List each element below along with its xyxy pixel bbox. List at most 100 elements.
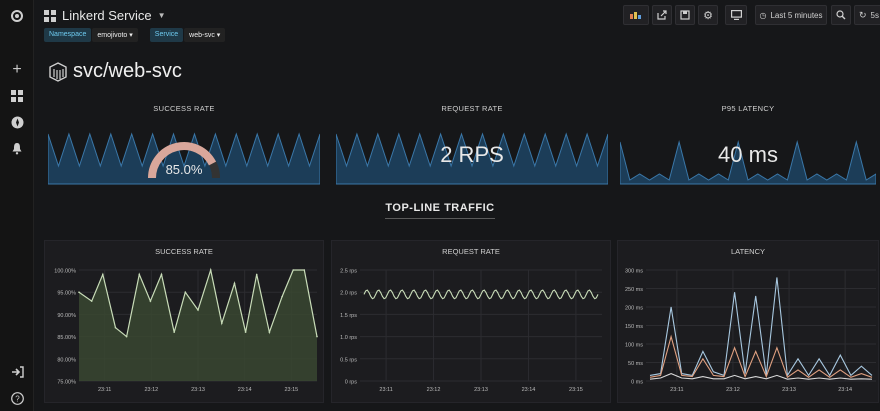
- graph-request-rate: REQUEST RATE 0 rps 0.5 rps 1.0 rps 1.5 rps 2…: [331, 240, 611, 403]
- bell-icon[interactable]: [9, 140, 25, 156]
- data-point: [160, 273, 163, 276]
- x-tick-label: 23:14: [238, 387, 252, 393]
- row-title[interactable]: TOP-LINE TRAFFIC: [0, 202, 880, 219]
- add-panel-button[interactable]: [623, 5, 649, 25]
- data-point: [149, 300, 152, 302]
- variable-namespace: Namespace emojivoto ▾: [44, 28, 138, 42]
- data-point: [90, 300, 93, 302]
- data-point: [268, 331, 271, 333]
- graph-latency: LATENCY 0 ms 50 ms 100 ms 150 ms 200 ms 250 m…: [617, 240, 879, 403]
- data-point: [281, 295, 283, 298]
- x-tick-label: 23:15: [284, 387, 298, 393]
- singlestat-p95-latency: P95 LATENCY 40 ms: [620, 100, 876, 186]
- plus-icon[interactable]: +: [9, 61, 25, 78]
- y-tick-label: 1.5 rps: [340, 313, 357, 319]
- x-tick-label: 23:14: [838, 387, 852, 393]
- data-point: [78, 291, 80, 293]
- data-point: [138, 273, 141, 276]
- service-title: svc/web-svc: [48, 60, 182, 83]
- data-point: [114, 326, 117, 329]
- caret-down-icon: ▼: [157, 11, 166, 20]
- dashboards-icon[interactable]: [9, 88, 25, 104]
- share-button[interactable]: [652, 5, 672, 25]
- p95-latency-value: 40 ms: [718, 142, 778, 167]
- data-point: [125, 335, 128, 338]
- dashboard-title-text: Linkerd Service: [62, 8, 152, 23]
- data-point: [292, 269, 294, 271]
- variable-label: Service: [149, 28, 184, 42]
- variable-service: Service web-svc ▾: [149, 28, 226, 42]
- y-tick-label: 0 rps: [345, 380, 357, 386]
- y-tick-label: 250 ms: [625, 287, 643, 293]
- namespace-select[interactable]: emojivoto ▾: [92, 28, 138, 42]
- x-tick-label: 23:14: [522, 387, 536, 393]
- y-tick-label: 80.00%: [57, 357, 76, 363]
- y-tick-label: 50 ms: [628, 361, 643, 367]
- data-point: [184, 291, 187, 293]
- y-tick-label: 75.00%: [57, 380, 76, 386]
- x-tick-label: 23:11: [670, 387, 683, 393]
- y-tick-label: 150 ms: [625, 324, 643, 330]
- data-point: [221, 322, 223, 325]
- y-tick-label: 2.5 rps: [340, 269, 357, 275]
- singlestat-request-rate: REQUEST RATE 2 RPS: [336, 100, 608, 186]
- clock-icon: ◷: [759, 10, 767, 20]
- y-tick-label: 200 ms: [625, 306, 643, 312]
- y-tick-label: 100.00%: [54, 269, 76, 275]
- x-tick-label: 23:13: [782, 387, 796, 393]
- x-tick-label: 23:12: [427, 387, 441, 393]
- series-line: [649, 334, 873, 379]
- help-icon[interactable]: ?: [9, 390, 25, 406]
- y-tick-label: 0.5 rps: [340, 357, 357, 363]
- time-range-label: Last 5 minutes: [770, 10, 823, 20]
- tv-mode-button[interactable]: [725, 5, 747, 25]
- request-rate-chart: 0 rps 0.5 rps 1.0 rps 1.5 rps 2.0 rps 2.5 rps…: [340, 269, 602, 393]
- template-variables: Namespace emojivoto ▾ Service web-svc ▾: [44, 28, 231, 42]
- latency-chart: 0 ms 50 ms 100 ms 150 ms 200 ms 250 ms 300 ms 2…: [625, 269, 876, 393]
- x-tick-label: 23:11: [98, 387, 111, 393]
- data-point: [197, 309, 199, 311]
- top-bar: Linkerd Service ▼ ⚙ ◷ Last 5 minutes ↻ 5…: [34, 0, 880, 30]
- x-tick-label: 23:12: [726, 387, 740, 393]
- y-tick-label: 95.00%: [57, 291, 76, 297]
- data-point: [316, 335, 318, 338]
- y-tick-label: 100 ms: [625, 343, 643, 349]
- x-tick-label: 23:11: [379, 387, 392, 393]
- x-tick-label: 23:13: [191, 387, 205, 393]
- refresh-icon: ↻: [859, 9, 867, 20]
- x-tick-label: 23:12: [144, 387, 158, 393]
- explore-compass-icon[interactable]: [9, 114, 25, 130]
- refresh-interval: 5s: [870, 10, 879, 20]
- y-tick-label: 2.0 rps: [340, 291, 357, 297]
- grafana-logo-icon[interactable]: [9, 8, 25, 24]
- save-button[interactable]: [675, 5, 695, 25]
- y-tick-label: 85.00%: [57, 335, 76, 341]
- y-tick-label: 300 ms: [625, 269, 643, 275]
- data-point: [209, 269, 212, 271]
- x-tick-label: 23:15: [569, 387, 583, 393]
- data-point: [173, 331, 175, 333]
- service-select[interactable]: web-svc ▾: [184, 28, 226, 42]
- series-line: [649, 373, 873, 380]
- graph-success-rate: SUCCESS RATE 75.00% 80.00% 85.00% 90.00% 95.…: [44, 240, 324, 403]
- sign-in-icon[interactable]: [9, 364, 25, 380]
- y-tick-label: 0 ms: [631, 380, 643, 386]
- data-point: [255, 273, 258, 276]
- dashboard-title[interactable]: Linkerd Service ▼: [44, 8, 166, 23]
- y-tick-label: 90.00%: [57, 313, 76, 319]
- request-rate-value: 2 RPS: [440, 142, 504, 167]
- svg-text:?: ?: [15, 394, 20, 403]
- dashboard-grid-icon: [44, 9, 56, 22]
- settings-gear-button[interactable]: ⚙: [698, 5, 718, 25]
- series-line: [649, 277, 873, 378]
- service-cube-icon: [49, 61, 67, 82]
- data-point: [303, 269, 306, 271]
- zoom-out-button[interactable]: [831, 5, 851, 25]
- service-title-text: svc/web-svc: [73, 60, 182, 82]
- x-tick-label: 23:13: [474, 387, 488, 393]
- data-point: [102, 273, 104, 276]
- refresh-button[interactable]: ↻ 5s: [854, 5, 880, 25]
- time-picker-button[interactable]: ◷ Last 5 minutes: [755, 5, 827, 25]
- variable-label: Namespace: [44, 28, 92, 42]
- singlestat-success-rate: SUCCESS RATE 85.0%: [48, 100, 320, 186]
